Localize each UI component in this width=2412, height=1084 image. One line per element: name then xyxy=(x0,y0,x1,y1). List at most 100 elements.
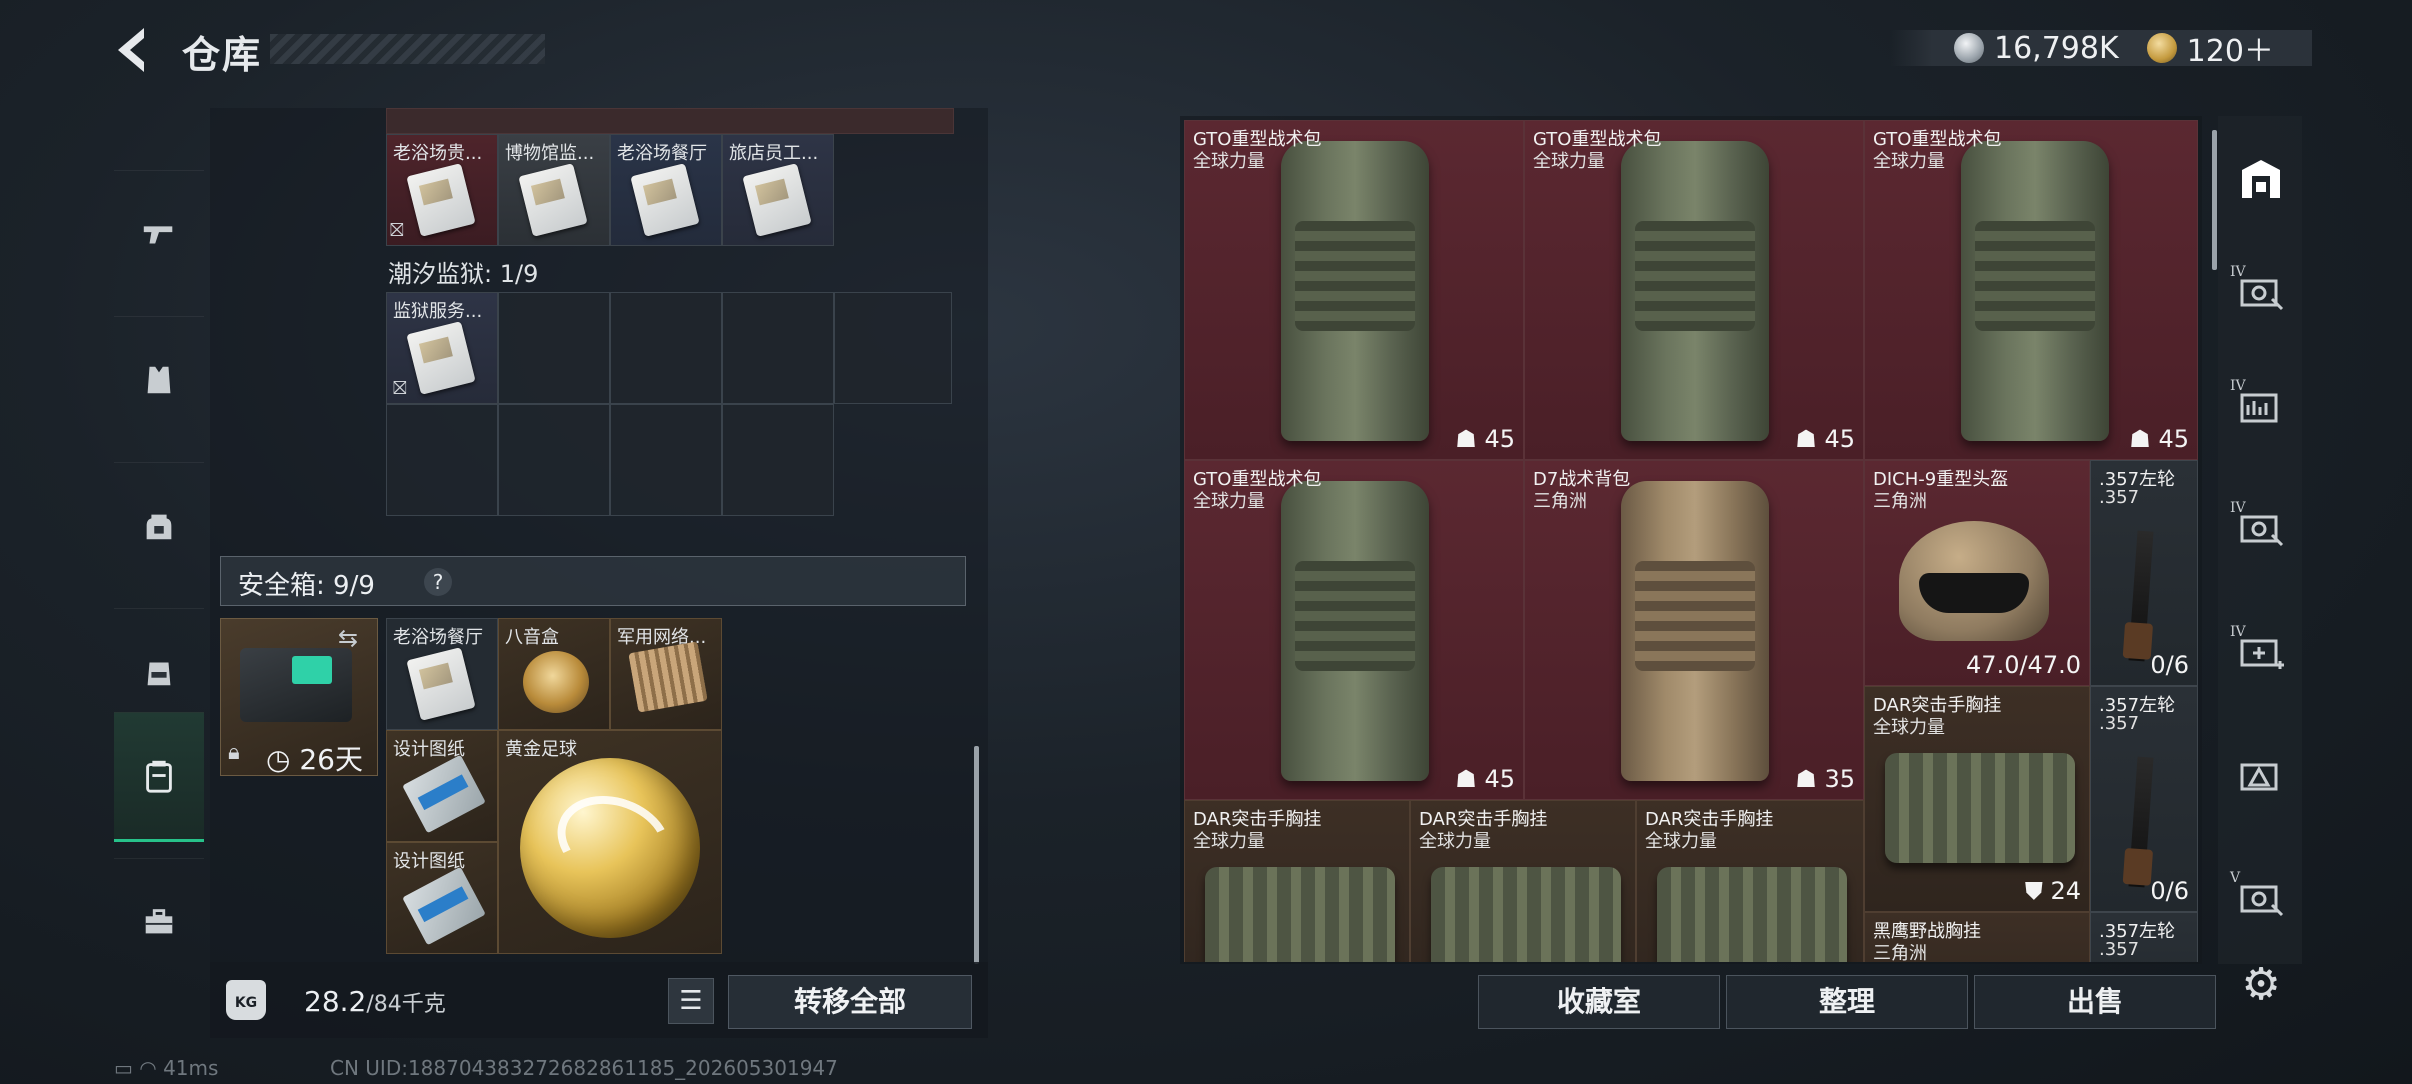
nav-tools[interactable] xyxy=(114,858,204,985)
inventory-item[interactable]: GTO重型战术包 全球力量 ☗ 45 xyxy=(1524,120,1864,460)
item-name: 设计图纸 xyxy=(393,739,465,760)
filter-button-3[interactable]: IV xyxy=(2226,494,2296,564)
warning-filter-icon xyxy=(2240,763,2278,791)
empty-slot[interactable] xyxy=(610,404,722,516)
list-view-button[interactable]: ☰ xyxy=(668,978,714,1024)
nav-armor[interactable] xyxy=(114,316,204,443)
safe-case-accent xyxy=(292,656,332,684)
inventory-item[interactable]: DAR突击手胸挂 全球力量 xyxy=(1184,800,1410,962)
help-button[interactable]: ? xyxy=(424,568,452,596)
item-faction: 全球力量 xyxy=(1193,491,1265,512)
inventory-item[interactable]: DAR突击手胸挂 全球力量 ⛊ 24 xyxy=(1864,686,2090,912)
inventory-item[interactable]: DICH-9重型头盔 三角洲 47.0/47.0 xyxy=(1864,460,2090,686)
storage-slot[interactable]: 监狱服务... ⛝ xyxy=(386,292,498,404)
sell-button[interactable]: 出售 xyxy=(1974,975,2216,1029)
safebox-label: 安全箱: 9/9 xyxy=(238,571,375,601)
backpack-image xyxy=(1281,481,1429,781)
empty-slot[interactable] xyxy=(722,404,834,516)
filter-button-1[interactable]: IV xyxy=(2226,258,2296,328)
empty-slot[interactable] xyxy=(834,292,952,404)
storage-slot[interactable]: 博物馆监... xyxy=(498,134,610,246)
tier-badge: IV xyxy=(2230,264,2246,280)
filter-button-2[interactable]: IV xyxy=(2226,372,2296,442)
status-bar: ▭ ◠ 41ms xyxy=(114,1056,218,1080)
capacity-value: 45 xyxy=(2158,425,2189,453)
inventory-item[interactable]: D7战术背包 三角洲 ☗ 35 xyxy=(1524,460,1864,800)
vest-icon xyxy=(147,366,171,394)
filter-button-5[interactable] xyxy=(2226,742,2296,812)
storage-tab-button[interactable] xyxy=(2226,144,2296,214)
organize-button[interactable]: 整理 xyxy=(1726,975,1968,1029)
transfer-all-button[interactable]: 转移全部 xyxy=(728,975,972,1029)
inventory-scrollbar[interactable] xyxy=(2212,130,2217,270)
keycard-image xyxy=(742,163,812,237)
nav-keycards[interactable] xyxy=(114,712,204,842)
user-uid: CN UID:188704383272682861185_20260530194… xyxy=(330,1056,838,1080)
toolbox-icon xyxy=(145,909,173,934)
inventory-item[interactable]: DAR突击手胸挂 全球力量 xyxy=(1410,800,1636,962)
inventory-item[interactable]: .357左轮 .357 0/6 xyxy=(2090,686,2198,912)
rig-capacity-icon: ⛊ xyxy=(2024,877,2043,905)
revolver-image xyxy=(2128,530,2154,662)
filter-button-6[interactable]: V xyxy=(2226,864,2296,934)
weight-icon: KG xyxy=(226,980,266,1020)
item-faction: 全球力量 xyxy=(1193,151,1265,172)
capacity-icon: ☗ xyxy=(1455,425,1477,453)
back-button[interactable] xyxy=(110,22,160,78)
gold-amount[interactable]: 120＋ xyxy=(2187,26,2274,70)
music-box-image xyxy=(523,651,589,713)
pistol-icon xyxy=(143,226,173,244)
item-faction: 三角洲 xyxy=(1873,491,1927,512)
inventory-item[interactable]: 黑鹰野战胸挂 三角洲 xyxy=(1864,912,2090,962)
list-icon: ☰ xyxy=(679,986,703,1016)
inventory-item[interactable]: GTO重型战术包 全球力量 ☗ 45 xyxy=(1184,120,1524,460)
empty-slot[interactable] xyxy=(498,292,610,404)
inventory-item[interactable]: GTO重型战术包 全球力量 ☗ 45 xyxy=(1184,460,1524,800)
gold-coin-icon xyxy=(2146,33,2177,63)
item-ammo: 0/6 xyxy=(2150,877,2189,905)
item-capacity: ⛊ 24 xyxy=(2025,877,2081,905)
blueprint-image xyxy=(402,754,486,834)
silver-amount: 16,798K xyxy=(1994,30,2119,66)
item-faction: 全球力量 xyxy=(1873,717,1945,738)
currency-bar: 16,798K 120＋ xyxy=(1890,30,2312,69)
inventory-item[interactable]: GTO重型战术包 全球力量 ☗ 45 xyxy=(1864,120,2198,460)
item-name: 八音盒 xyxy=(505,627,559,648)
keycard-image xyxy=(406,647,476,721)
item-name: 军用网络... xyxy=(617,627,707,648)
safebox-slot[interactable]: 设计图纸 xyxy=(386,730,498,842)
weight-readout: 28.2/84千克 xyxy=(304,985,446,1018)
nav-backpack[interactable] xyxy=(114,462,204,589)
item-faction: 三角洲 xyxy=(1533,491,1587,512)
storage-scrollbar[interactable] xyxy=(974,746,979,964)
empty-slot[interactable] xyxy=(386,404,498,516)
empty-slot[interactable] xyxy=(498,404,610,516)
capacity-value: 45 xyxy=(1824,425,1855,453)
keycard-image xyxy=(406,163,476,237)
safebox-slot[interactable]: 八音盒 xyxy=(498,618,610,730)
safebox-slot[interactable]: 设计图纸 xyxy=(386,842,498,954)
empty-slot[interactable] xyxy=(722,292,834,404)
inventory-item[interactable]: DAR突击手胸挂 全球力量 xyxy=(1636,800,1864,962)
no-card-icon: ⛝ xyxy=(390,220,404,241)
camera-filter-icon xyxy=(2240,885,2284,917)
settings-button[interactable]: ⚙ xyxy=(2234,958,2288,1012)
safebox-slot[interactable]: 老浴场餐厅 xyxy=(386,618,498,730)
item-capacity: ☗ 45 xyxy=(2129,425,2189,453)
storage-slot[interactable]: 旅店员工... xyxy=(722,134,834,246)
item-faction: 全球力量 xyxy=(1873,151,1945,172)
item-ammo: 0/6 xyxy=(2150,651,2189,679)
item-name: 旅店员工... xyxy=(729,143,819,164)
swap-icon[interactable]: ⇆ xyxy=(338,624,358,652)
tier-badge: IV xyxy=(2230,500,2246,516)
inventory-grid: GTO重型战术包 全球力量 ☗ 45 GTO重型战术包 全球力量 ☗ 45 GT… xyxy=(1184,120,2198,962)
inventory-item[interactable]: .357左轮 .357 xyxy=(2090,912,2198,962)
empty-slot[interactable] xyxy=(610,292,722,404)
collection-room-button[interactable]: 收藏室 xyxy=(1478,975,1720,1029)
nav-weapons[interactable] xyxy=(114,170,204,297)
safebox-slot[interactable]: 军用网络... xyxy=(610,618,722,730)
storage-slot[interactable]: 老浴场餐厅 xyxy=(610,134,722,246)
item-caliber: .357 xyxy=(2099,939,2140,960)
filter-button-4[interactable]: IV xyxy=(2226,618,2296,688)
inventory-item[interactable]: .357左轮 .357 0/6 xyxy=(2090,460,2198,686)
